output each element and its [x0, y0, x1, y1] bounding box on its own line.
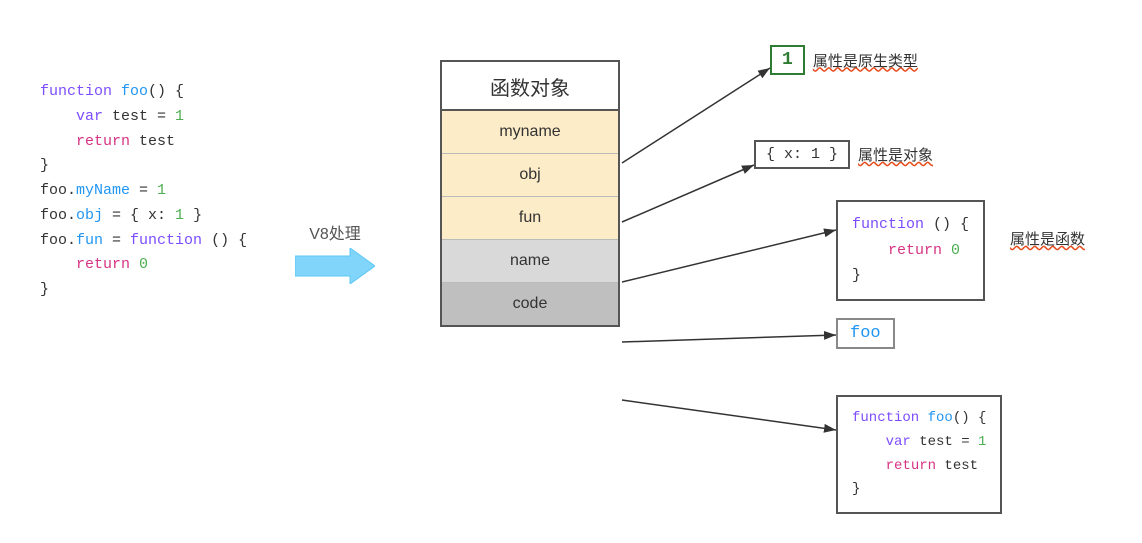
code-line-9: }: [40, 278, 247, 303]
code-annotation-box: function foo() { var test = 1 return tes…: [836, 395, 1002, 514]
code-ann-line4: }: [852, 478, 986, 502]
func-obj-box: 函数对象 myname obj fun name code: [440, 60, 620, 327]
foo-name-box: foo: [836, 318, 895, 349]
func-obj-row-obj: obj: [442, 154, 618, 197]
code-line-6: foo.obj = { x: 1 }: [40, 204, 247, 229]
code-ann-line2: var test = 1: [852, 431, 986, 455]
primitive-annotation: 1 属性是原生类型: [770, 45, 918, 75]
func-obj-row-name: name: [442, 240, 618, 283]
func-obj-row-code: code: [442, 283, 618, 325]
code-line-8: return 0: [40, 253, 247, 278]
primitive-label: 属性是原生类型: [813, 50, 918, 71]
code-line-5: foo.myName = 1: [40, 179, 247, 204]
code-line-1: function foo() {: [40, 80, 247, 105]
code-ann-line1: function foo() {: [852, 407, 986, 431]
v8-arrow-section: V8处理: [295, 220, 375, 284]
primitive-value: 1: [770, 45, 805, 75]
func-ann-line2: return 0: [852, 238, 969, 264]
object-annotation: { x: 1 } 属性是对象: [754, 140, 933, 169]
left-code-block: function foo() { var test = 1 return tes…: [40, 80, 247, 303]
code-line-3: return test: [40, 130, 247, 155]
main-container: function foo() { var test = 1 return tes…: [0, 0, 1142, 543]
func-ann-line3: }: [852, 263, 969, 289]
object-label: 属性是对象: [858, 144, 933, 165]
code-line-2: var test = 1: [40, 105, 247, 130]
code-line-7: foo.fun = function () {: [40, 229, 247, 254]
code-ann-line3: return test: [852, 455, 986, 479]
big-arrow-icon: [295, 248, 375, 284]
func-obj-title: 函数对象: [442, 62, 618, 111]
code-line-4: }: [40, 154, 247, 179]
function-annotation-box: function () { return 0 }: [836, 200, 985, 301]
func-label: 属性是函数: [1010, 228, 1085, 249]
arrow-label: V8处理: [309, 220, 361, 244]
object-value: { x: 1 }: [754, 140, 850, 169]
func-ann-line1: function () {: [852, 212, 969, 238]
func-obj-row-fun: fun: [442, 197, 618, 240]
func-obj-row-myname: myname: [442, 111, 618, 154]
